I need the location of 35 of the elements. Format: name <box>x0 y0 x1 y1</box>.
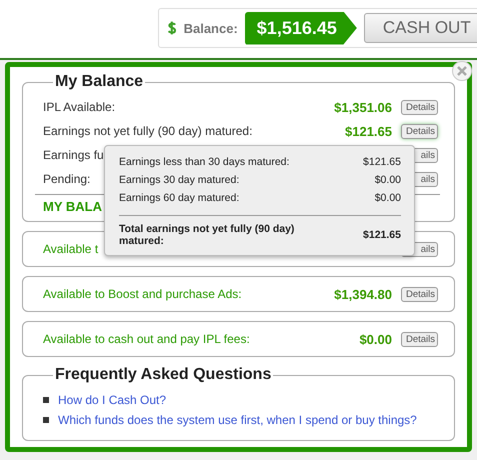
row-label: IPL Available: <box>43 100 116 114</box>
balance-amount: $1,516.45 <box>244 12 357 44</box>
amount: $1,394.80 <box>334 286 392 302</box>
amount: $121.65 <box>345 124 392 138</box>
tooltip-amount: $0.00 <box>374 192 401 204</box>
balance-label: Balance: <box>184 20 238 36</box>
tooltip-label: Earnings less than 30 days matured: <box>119 156 290 168</box>
bullet-icon <box>43 397 49 403</box>
tooltip-total-amount: $121.65 <box>363 229 401 241</box>
details-button[interactable]: Details <box>401 286 438 302</box>
close-icon <box>456 65 468 77</box>
bullet-icon <box>43 417 49 423</box>
details-button[interactable]: Details <box>401 100 438 114</box>
row-label: Earnings fu <box>43 148 104 162</box>
row-label: Earnings not yet fully (90 day) matured: <box>43 124 252 138</box>
dollar-icon <box>167 19 177 37</box>
tooltip-label: Earnings 60 day matured: <box>119 192 240 204</box>
faq-link[interactable]: How do I Cash Out? <box>58 393 166 407</box>
tooltip-total-label: Total earnings not yet fully (90 day) matured: <box>119 223 296 247</box>
tooltip-amount: $121.65 <box>363 156 401 168</box>
amount: $0.00 <box>359 332 392 346</box>
details-button[interactable]: Details <box>401 332 438 346</box>
faq-link[interactable]: Which funds does the system use first, when I spend or buy things? <box>58 413 417 427</box>
tooltip-label: Earnings 30 day matured: <box>119 174 240 186</box>
section-title: My Balance <box>54 73 144 91</box>
summary-label: Available to cash out and pay IPL fees: <box>43 332 250 346</box>
summary-label: Available to Boost and purchase Ads: <box>43 287 242 301</box>
row-label: Pending: <box>43 172 90 186</box>
details-button[interactable]: Details <box>401 124 438 138</box>
tooltip-amount: $0.00 <box>374 174 401 186</box>
total-label: MY BALA <box>43 198 102 216</box>
amount: $1,351.06 <box>334 100 392 114</box>
cash-out-button[interactable]: CASH OUT <box>364 13 477 43</box>
section-title: Frequently Asked Questions <box>54 366 272 384</box>
summary-label: Available t <box>43 242 98 256</box>
